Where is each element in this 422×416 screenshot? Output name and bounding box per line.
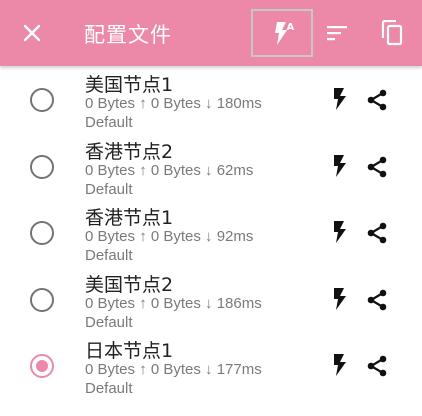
profile-stats: 0 Bytes ↑ 0 Bytes ↓ 186ms bbox=[85, 294, 262, 312]
share-icon[interactable] bbox=[364, 154, 390, 180]
share-icon[interactable] bbox=[364, 220, 390, 246]
radio-button[interactable] bbox=[30, 154, 54, 179]
profile-stats: 0 Bytes ↑ 0 Bytes ↓ 62ms bbox=[85, 161, 254, 179]
share-icon[interactable] bbox=[364, 287, 390, 313]
profile-stats: 0 Bytes ↑ 0 Bytes ↓ 92ms bbox=[85, 228, 254, 245]
test-all-button[interactable]: A bbox=[251, 9, 313, 57]
profile-name: 美国节点2 bbox=[85, 273, 174, 296]
radio-dot bbox=[36, 360, 48, 372]
lightning-icon[interactable] bbox=[328, 353, 352, 377]
profile-group: Default bbox=[85, 247, 133, 264]
copy-button[interactable] bbox=[374, 15, 410, 51]
list-item[interactable]: 美国节点1 0 Bytes ↑ 0 Bytes ↓ 180ms Default bbox=[0, 66, 422, 133]
lightning-icon[interactable] bbox=[328, 87, 352, 111]
list-item[interactable]: 香港节点1 0 Bytes ↑ 0 Bytes ↓ 92ms Default bbox=[0, 199, 422, 266]
profile-group: Default bbox=[85, 313, 133, 331]
page-title: 配置文件 bbox=[84, 23, 172, 47]
profile-name: 香港节点1 bbox=[85, 207, 174, 229]
profile-list: 美国节点1 0 Bytes ↑ 0 Bytes ↓ 180ms Default … bbox=[0, 66, 422, 399]
copy-icon bbox=[381, 20, 403, 46]
sort-button[interactable] bbox=[319, 15, 355, 51]
profile-group: Default bbox=[85, 114, 133, 131]
share-icon[interactable] bbox=[364, 87, 390, 113]
radio-button[interactable] bbox=[30, 287, 54, 312]
app-toolbar: 配置文件 A bbox=[0, 0, 422, 66]
close-icon[interactable] bbox=[14, 15, 50, 51]
radio-button[interactable] bbox=[30, 221, 54, 245]
share-icon[interactable] bbox=[364, 353, 390, 379]
profile-stats: 0 Bytes ↑ 0 Bytes ↓ 180ms bbox=[85, 95, 262, 112]
profile-name: 美国节点1 bbox=[85, 74, 174, 96]
profile-name: 日本节点1 bbox=[85, 340, 174, 362]
lightning-auto-icon: A bbox=[275, 22, 295, 45]
list-item[interactable]: 日本节点1 0 Bytes ↑ 0 Bytes ↓ 177ms Default bbox=[0, 332, 422, 399]
list-item[interactable]: 香港节点2 0 Bytes ↑ 0 Bytes ↓ 62ms Default bbox=[0, 133, 422, 200]
radio-button-selected[interactable] bbox=[30, 354, 54, 378]
sort-icon bbox=[327, 26, 347, 41]
lightning-icon[interactable] bbox=[328, 220, 352, 244]
list-item[interactable]: 美国节点2 0 Bytes ↑ 0 Bytes ↓ 186ms Default bbox=[0, 266, 422, 333]
profile-name: 香港节点2 bbox=[85, 140, 174, 163]
lightning-icon[interactable] bbox=[328, 287, 352, 311]
profile-group: Default bbox=[85, 180, 133, 198]
test-icon-badge: A bbox=[287, 22, 295, 33]
profile-stats: 0 Bytes ↑ 0 Bytes ↓ 177ms bbox=[85, 361, 262, 378]
profile-group: Default bbox=[85, 380, 133, 397]
lightning-icon[interactable] bbox=[328, 154, 352, 178]
radio-button[interactable] bbox=[30, 88, 54, 112]
